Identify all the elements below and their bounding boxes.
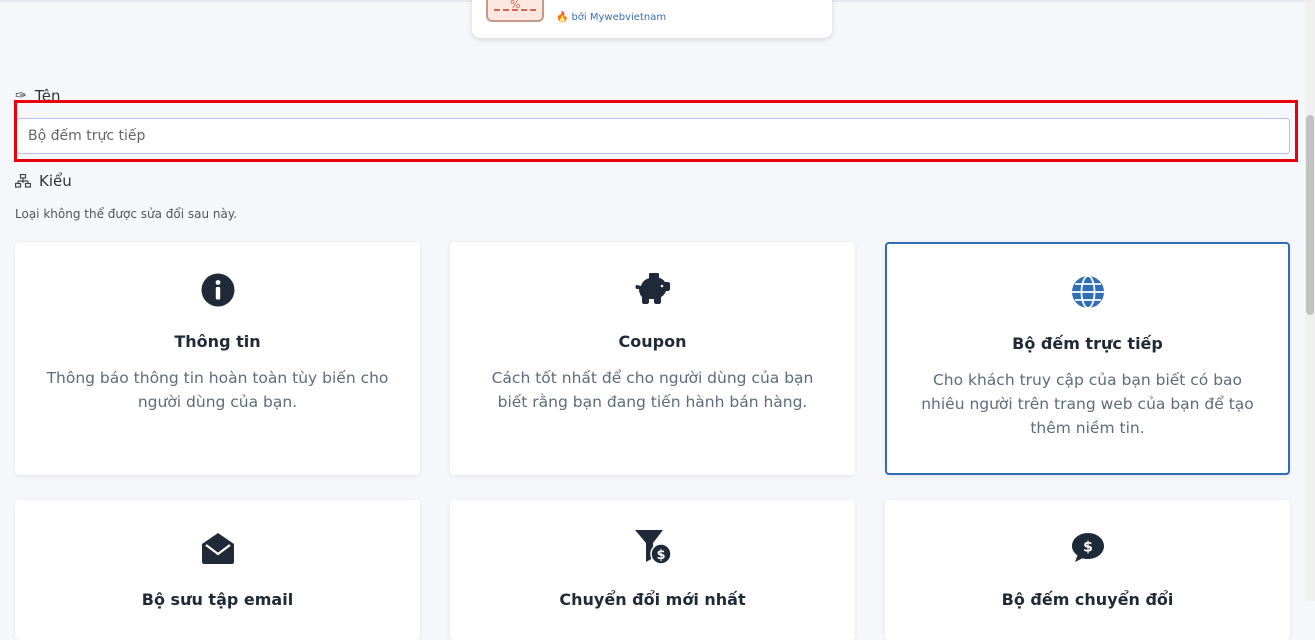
card-description: Thông báo thông tin hoàn toàn tùy biến c… [46,369,389,411]
type-card-conversion-counter[interactable]: $ Bộ đếm chuyển đổi [885,500,1290,640]
type-label: Kiểu [15,172,72,190]
card-title: Coupon [618,332,687,351]
type-card-latest-conversion[interactable]: $ Chuyển đổi mới nhất [450,500,855,640]
svg-text:$: $ [656,548,665,563]
card-description: Cách tốt nhất để cho người dùng của bạn … [491,369,814,411]
preview-thumbnail: % [486,0,544,22]
svg-text:$: $ [1083,540,1093,556]
flame-icon: 🔥 [556,12,569,23]
scrollbar-thumb[interactable] [1306,115,1314,315]
type-card-live-counter[interactable]: Bộ đếm trực tiếp Cho khách truy cập của … [885,242,1290,475]
envelope-open-icon [201,533,234,564]
card-title: Bộ đếm chuyển đổi [1001,590,1174,609]
name-label-text: Tên [34,87,61,105]
name-label: ✑ Tên [15,87,61,105]
signature-icon: ✑ [15,88,27,104]
card-description: Cho khách truy cập của bạn biết có bao n… [921,371,1254,437]
notification-preview: % 🔥 bởi Mywebvietnam [472,0,832,38]
globe-icon [1071,275,1104,309]
card-title: Chuyển đổi mới nhất [559,590,746,609]
preview-brand-text: bởi Mywebvietnam [571,12,667,23]
piggy-bank-icon [635,273,670,304]
sitemap-icon [15,174,31,188]
card-title: Bộ đếm trực tiếp [1012,334,1163,353]
funnel-dollar-icon: $ [634,530,672,565]
scrollbar[interactable] [1305,0,1315,601]
type-card-coupon[interactable]: Coupon Cách tốt nhất để cho người dùng c… [450,242,855,475]
type-help-text: Loại không thể được sửa đổi sau này. [15,207,238,221]
card-title: Bộ sưu tập email [141,590,294,609]
type-label-text: Kiểu [39,172,72,190]
preview-branding[interactable]: 🔥 bởi Mywebvietnam [556,12,666,23]
name-input[interactable] [16,118,1290,154]
comment-dollar-icon: $ [1071,533,1104,562]
type-card-email-collector[interactable]: Bộ sưu tập email [15,500,420,640]
info-icon [201,273,234,307]
type-card-info[interactable]: Thông tin Thông báo thông tin hoàn toàn … [15,242,420,475]
card-title: Thông tin [174,332,261,351]
